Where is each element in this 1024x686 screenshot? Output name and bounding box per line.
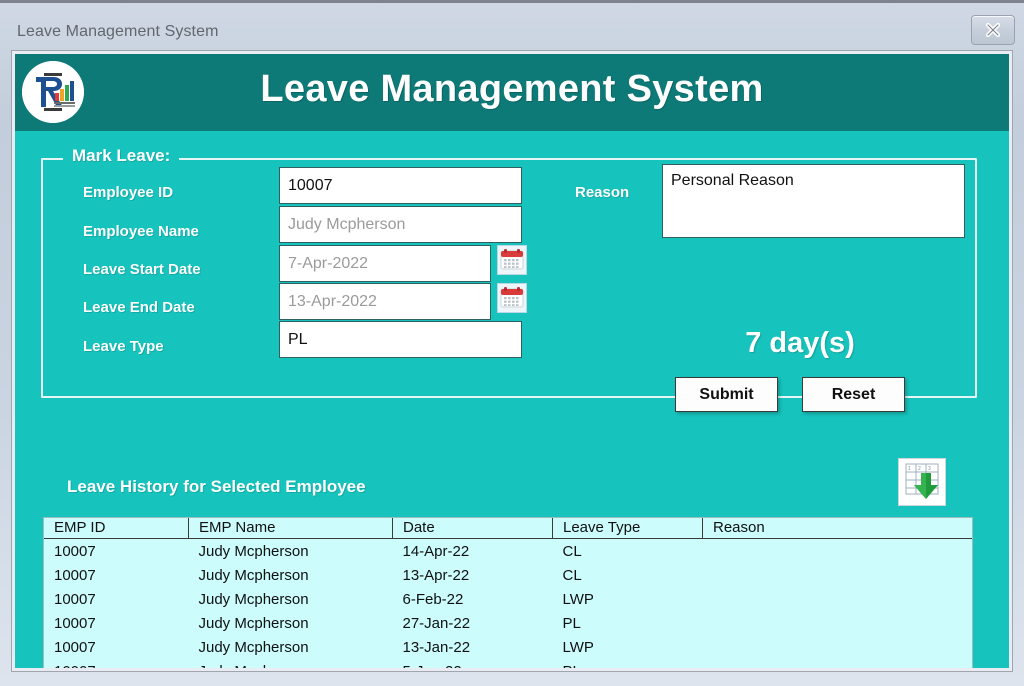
leave-history-title: Leave History for Selected Employee xyxy=(67,477,366,496)
cell-emp-name: Judy Mcpherson xyxy=(198,542,309,560)
export-to-excel-icon[interactable]: 1 2 3 xyxy=(898,458,946,506)
calendar-icon[interactable] xyxy=(497,245,527,275)
svg-text:2: 2 xyxy=(918,466,921,472)
table-row[interactable]: 10007 Judy Mcpherson 13-Apr-22 CL xyxy=(44,563,972,587)
app-body: Leave Management System Mark Leave: Empl… xyxy=(15,54,1009,668)
cell-emp-name: Judy Mcpherson xyxy=(198,590,309,608)
cell-reason xyxy=(703,611,973,635)
leave-type-input[interactable] xyxy=(279,321,522,358)
cell-date: 13-Apr-22 xyxy=(402,566,470,584)
cell-reason xyxy=(703,587,973,611)
days-count-label: 7 day(s) xyxy=(745,327,855,359)
column-header-leave-type[interactable]: Leave Type xyxy=(552,518,703,539)
cell-date: 13-Jan-22 xyxy=(402,638,471,656)
cell-reason xyxy=(703,563,973,587)
app-title: Leave Management System xyxy=(260,68,764,110)
cell-leave-type: LWP xyxy=(562,590,594,608)
column-header-emp-name[interactable]: EMP Name xyxy=(188,518,393,539)
column-header-reason[interactable]: Reason xyxy=(702,518,972,539)
app-header: Leave Management System xyxy=(15,54,1009,131)
cell-reason xyxy=(703,635,973,659)
cell-date: 5-Jan-22 xyxy=(393,659,553,669)
cell-emp-id: 10007 xyxy=(54,614,96,632)
svg-text:1: 1 xyxy=(908,466,911,472)
leave-end-date-input[interactable] xyxy=(279,283,491,320)
table-row[interactable]: 10007 Judy Mcpherson 6-Feb-22 LWP xyxy=(44,587,972,611)
table-row[interactable]: 10007 Judy Mcpherson 27-Jan-22 PL xyxy=(44,611,972,635)
cell-date: 6-Feb-22 xyxy=(402,590,464,608)
leave-history-table: EMP ID EMP Name Date Leave Type Reason 1… xyxy=(44,518,972,668)
employee-id-label: Employee ID xyxy=(83,184,174,201)
table-body: 10007 Judy Mcpherson 14-Apr-22 CL 10007 … xyxy=(44,539,972,669)
reason-label: Reason xyxy=(575,184,630,201)
reset-button[interactable]: Reset xyxy=(802,377,905,412)
cell-leave-type: PL xyxy=(553,659,703,669)
submit-button[interactable]: Submit xyxy=(675,377,778,412)
cell-emp-name: Judy Mcpherson xyxy=(198,614,309,632)
table-header-row: EMP ID EMP Name Date Leave Type Reason xyxy=(44,518,972,539)
cell-leave-type: LWP xyxy=(562,638,594,656)
cell-reason xyxy=(703,659,973,668)
application-window: Leave Management System Leave Management… xyxy=(0,0,1024,686)
cell-leave-type: CL xyxy=(562,566,582,584)
employee-id-input[interactable] xyxy=(279,167,522,204)
leave-history-grid[interactable]: EMP ID EMP Name Date Leave Type Reason 1… xyxy=(43,517,973,668)
app-frame: Leave Management System Mark Leave: Empl… xyxy=(11,50,1013,672)
table-row[interactable]: 10007 Judy Mcpherson 14-Apr-22 CL xyxy=(44,539,972,564)
cell-emp-name: Judy Mcpherson xyxy=(189,659,393,669)
reason-textarea[interactable] xyxy=(662,164,965,238)
calendar-icon[interactable] xyxy=(497,283,527,313)
cell-date: 27-Jan-22 xyxy=(402,614,471,632)
mark-leave-legend: Mark Leave: xyxy=(63,146,180,166)
leave-start-date-label: Leave Start Date xyxy=(83,261,201,278)
leave-start-date-input[interactable] xyxy=(279,245,491,282)
cell-emp-name: Judy Mcpherson xyxy=(198,566,309,584)
cell-emp-id: 10007 xyxy=(54,542,96,560)
cell-leave-type: CL xyxy=(562,542,582,560)
cell-emp-id: 10007 xyxy=(54,638,96,656)
cell-emp-id: 10007 xyxy=(54,566,96,584)
cell-date: 14-Apr-22 xyxy=(402,542,470,560)
column-header-date[interactable]: Date xyxy=(392,518,553,539)
table-row[interactable]: 10007 Judy Mcpherson 13-Jan-22 LWP xyxy=(44,635,972,659)
table-row[interactable]: 10007 Judy Mcpherson 5-Jan-22 PL xyxy=(44,659,973,669)
window-title: Leave Management System xyxy=(17,23,219,40)
window-titlebar: Leave Management System xyxy=(0,3,1024,51)
svg-text:3: 3 xyxy=(928,466,931,472)
employee-name-input[interactable] xyxy=(279,206,522,243)
cell-emp-name: Judy Mcpherson xyxy=(198,638,309,656)
employee-name-label: Employee Name xyxy=(83,223,199,240)
cell-emp-id: 10007 xyxy=(44,659,189,669)
column-header-emp-id[interactable]: EMP ID xyxy=(44,518,189,539)
leave-end-date-label: Leave End Date xyxy=(83,299,195,316)
close-button[interactable] xyxy=(971,15,1015,45)
cell-leave-type: PL xyxy=(562,614,581,632)
leave-type-label: Leave Type xyxy=(83,338,164,355)
cell-reason xyxy=(703,539,973,564)
cell-emp-id: 10007 xyxy=(54,590,96,608)
